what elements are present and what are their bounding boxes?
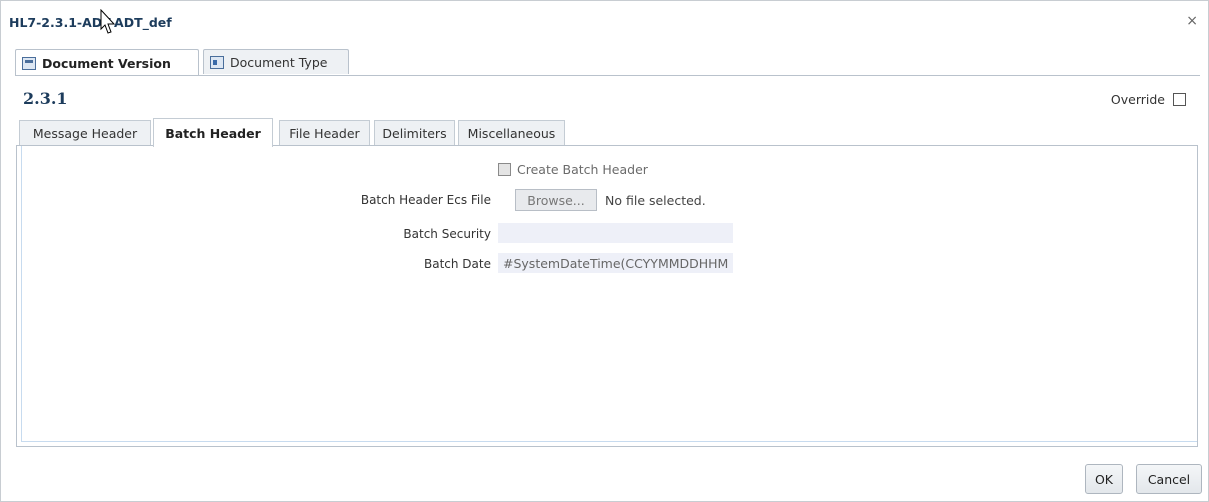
tab-label: Message Header: [32, 126, 138, 141]
cancel-button[interactable]: Cancel: [1136, 464, 1202, 494]
tab-document-version[interactable]: Document Version: [15, 49, 199, 76]
ok-button[interactable]: OK: [1085, 464, 1123, 494]
tab-label: Document Version: [42, 55, 171, 71]
close-icon[interactable]: ×: [1186, 13, 1198, 29]
batch-security-label: Batch Security: [403, 227, 491, 241]
tab-document-type[interactable]: Document Type: [203, 49, 349, 74]
batch-security-input[interactable]: [498, 223, 733, 243]
document-version-icon: [22, 56, 36, 70]
override-control: Override: [1111, 92, 1186, 107]
batch-header-panel: [16, 145, 1198, 447]
override-label: Override: [1110, 92, 1165, 107]
tab-label: File Header: [289, 126, 360, 141]
document-type-icon: [210, 55, 224, 69]
dialog: HL7-2.3.1-ADT-ADT_def × Document Version…: [0, 0, 1209, 502]
tab-label: Batch Header: [165, 125, 261, 141]
batch-date-label: Batch Date: [424, 257, 491, 271]
tab-message-header[interactable]: Message Header: [19, 120, 151, 146]
mouse-cursor-icon: [100, 9, 116, 34]
dialog-titlebar: HL7-2.3.1-ADT-ADT_def ×: [1, 1, 1208, 43]
file-status: No file selected.: [605, 193, 706, 208]
tab-batch-header[interactable]: Batch Header: [153, 118, 273, 147]
tab-miscellaneous[interactable]: Miscellaneous: [458, 120, 565, 146]
batch-date-input[interactable]: #SystemDateTime(CCYYMMDDHHM: [498, 253, 733, 273]
dialog-title: HL7-2.3.1-ADT-ADT_def: [9, 15, 172, 30]
tab-label: Miscellaneous: [467, 126, 556, 141]
create-batch-header-checkbox[interactable]: [498, 162, 511, 176]
tab-label: Document Type: [230, 54, 328, 70]
override-checkbox[interactable]: [1173, 93, 1186, 106]
tab-delimiters[interactable]: Delimiters: [374, 120, 455, 146]
browse-button[interactable]: Browse...: [515, 189, 597, 211]
tab-label: Delimiters: [382, 126, 447, 141]
ecs-file-label: Batch Header Ecs File: [360, 193, 491, 207]
create-batch-header-row: Create Batch Header: [498, 159, 648, 179]
create-batch-header-label: Create Batch Header: [517, 161, 648, 177]
tab-file-header[interactable]: File Header: [279, 120, 370, 146]
version-heading: 2.3.1: [23, 89, 68, 108]
